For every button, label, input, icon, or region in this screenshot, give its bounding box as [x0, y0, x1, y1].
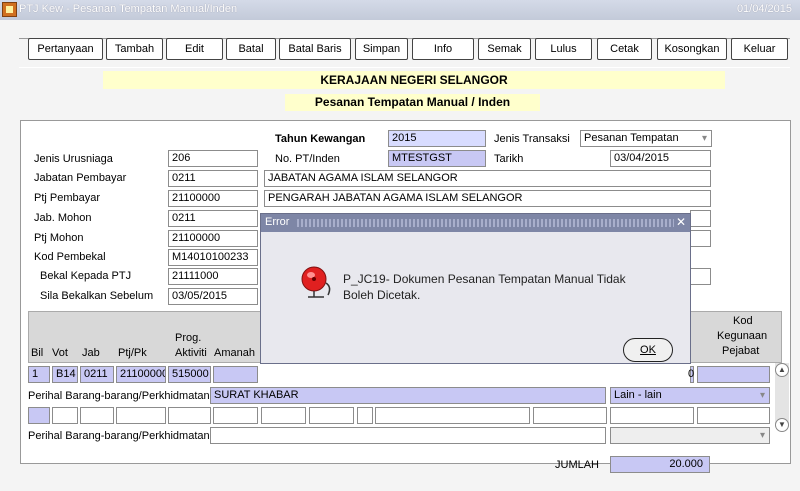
col-ptjpk: Ptj/Pk — [118, 347, 147, 359]
window-date: 01/04/2015 — [736, 3, 792, 15]
jab-mohon-name — [690, 210, 711, 227]
row2-col-b[interactable] — [309, 407, 354, 424]
dialog-title-bar: Error ✕ — [261, 214, 690, 232]
pertanyaan-button[interactable]: Pertanyaan — [28, 38, 103, 60]
row1-ptjpk[interactable]: 21100000 — [116, 366, 166, 383]
scroll-up-icon[interactable]: ▲ — [775, 363, 789, 377]
ok-button[interactable]: OK — [623, 338, 673, 362]
dialog-message-line1: P_JC19- Dokumen Pesanan Tempatan Manual … — [343, 272, 626, 286]
ptj-mohon-field[interactable]: 21100000 — [168, 230, 258, 247]
jab-mohon-label: Jab. Mohon — [34, 212, 92, 224]
col-vot: Vot — [52, 347, 68, 359]
no-pt-field[interactable]: MTESTGST — [388, 150, 486, 167]
kosongkan-button[interactable]: Kosongkan — [657, 38, 727, 60]
jenis-urusniaga-field[interactable]: 206 — [168, 150, 258, 167]
jabatan-pembayar-field[interactable]: 0211 — [168, 170, 258, 187]
row2-col-c[interactable] — [357, 407, 373, 424]
row1-kod-kegunaan[interactable] — [697, 366, 770, 383]
batal-button[interactable]: Batal — [226, 38, 276, 60]
window-title: PTJ Kew - Pesanan Tempatan Manual/Inden — [19, 3, 238, 15]
perihal-field-2[interactable] — [210, 427, 606, 444]
jumlah-field: 20.000 — [610, 456, 710, 473]
jab-mohon-field[interactable]: 0211 — [168, 210, 258, 227]
col-kegunaan: Kegunaan — [717, 330, 768, 342]
bekal-kepada-label: Bekal Kepada PTJ — [40, 270, 132, 282]
col-aktiviti: Aktiviti — [175, 347, 207, 359]
col-amanah: Amanah — [214, 347, 255, 359]
tarikh-field[interactable]: 03/04/2015 — [610, 150, 711, 167]
bekal-kepada-field[interactable]: 21111000 — [168, 268, 258, 285]
row2-ptjpk[interactable] — [116, 407, 166, 424]
row1-jab[interactable]: 0211 — [80, 366, 114, 383]
row1-tail-value: 0 — [688, 368, 695, 380]
row2-bil[interactable] — [28, 407, 50, 424]
ptj-mohon-name — [690, 230, 711, 247]
ptj-pembayar-field[interactable]: 21100000 — [168, 190, 258, 207]
kod-pembekal-field[interactable]: M14010100233 — [168, 249, 258, 266]
row2-col-d[interactable] — [375, 407, 530, 424]
row2-vot[interactable] — [52, 407, 78, 424]
batal-baris-button[interactable]: Batal Baris — [279, 38, 351, 60]
jenis-transaksi-label: Jenis Transaksi — [494, 133, 570, 145]
row2-kod-kegunaan[interactable] — [697, 407, 770, 424]
row1-vot[interactable]: B14 — [52, 366, 78, 383]
title-bar: PTJ Kew - Pesanan Tempatan Manual/Inden … — [0, 0, 800, 20]
app-icon — [2, 2, 17, 17]
row2-aktiviti[interactable] — [168, 407, 211, 424]
bekal-kepada-name — [690, 268, 711, 285]
keluar-button[interactable]: Keluar — [731, 38, 788, 60]
alarm-bell-icon — [301, 266, 331, 298]
jumlah-label: JUMLAH — [555, 459, 600, 471]
lulus-button[interactable]: Lulus — [535, 38, 592, 60]
no-pt-label: No. PT/Inden — [275, 153, 340, 165]
dialog-message-line2: Boleh Dicetak. — [343, 288, 421, 302]
simpan-button[interactable]: Simpan — [355, 38, 408, 60]
perihal-label-1: Perihal Barang-barang/Perkhidmatan — [28, 390, 210, 402]
tahun-kewangan-field[interactable]: 2015 — [388, 130, 486, 147]
col-jab: Jab — [82, 347, 100, 359]
edit-button[interactable]: Edit — [166, 38, 223, 60]
row1-bil[interactable]: 1 — [28, 366, 50, 383]
scroll-down-icon[interactable]: ▼ — [775, 418, 789, 432]
cetak-button[interactable]: Cetak — [597, 38, 652, 60]
perihal-label-2: Perihal Barang-barang/Perkhidmatan — [28, 430, 210, 442]
dialog-title-hatch — [297, 219, 674, 227]
jenis-transaksi-select[interactable]: Pesanan Tempatan — [580, 130, 712, 147]
ptj-mohon-label: Ptj Mohon — [34, 232, 84, 244]
sila-bekalkan-field[interactable]: 03/05/2015 — [168, 288, 258, 305]
jabatan-pembayar-label: Jabatan Pembayar — [34, 172, 127, 184]
row2-amanah[interactable] — [213, 407, 258, 424]
col-kod: Kod — [733, 315, 753, 327]
jabatan-pembayar-name: JABATAN AGAMA ISLAM SELANGOR — [264, 170, 711, 187]
semak-button[interactable]: Semak — [478, 38, 531, 60]
lain-lain-select-2[interactable] — [610, 427, 770, 444]
row1-aktiviti[interactable]: 515000 — [168, 366, 211, 383]
row2-col-e[interactable] — [533, 407, 607, 424]
row2-col-a[interactable] — [261, 407, 306, 424]
perihal-field-1[interactable]: SURAT KHABAR — [210, 387, 606, 404]
close-icon[interactable]: ✕ — [676, 215, 686, 229]
org-header: KERAJAAN NEGERI SELANGOR — [103, 71, 725, 89]
lain-lain-select-1[interactable]: Lain - lain — [610, 387, 770, 404]
error-dialog: Error ✕ P_JC19- Dokumen Pesanan Tempatan… — [260, 213, 691, 364]
tambah-button[interactable]: Tambah — [106, 38, 163, 60]
col-prog: Prog. — [175, 332, 202, 344]
jenis-urusniaga-label: Jenis Urusniaga — [34, 153, 113, 165]
row1-amanah[interactable] — [213, 366, 258, 383]
ptj-pembayar-label: Ptj Pembayar — [34, 192, 101, 204]
tahun-kewangan-label: Tahun Kewangan — [275, 133, 366, 145]
sila-bekalkan-label: Sila Bekalkan Sebelum — [40, 290, 154, 302]
kod-pembekal-label: Kod Pembekal — [34, 251, 106, 263]
info-button[interactable]: Info — [412, 38, 474, 60]
form-subtitle: Pesanan Tempatan Manual / Inden — [285, 94, 540, 111]
dialog-title: Error — [265, 216, 290, 228]
dialog-message: P_JC19- Dokumen Pesanan Tempatan Manual … — [343, 271, 626, 303]
col-bil: Bil — [31, 347, 44, 359]
row2-col-f[interactable] — [610, 407, 694, 424]
ptj-pembayar-name: PENGARAH JABATAN AGAMA ISLAM SELANGOR — [264, 190, 711, 207]
row2-jab[interactable] — [80, 407, 114, 424]
col-pejabat: Pejabat — [722, 345, 760, 357]
tarikh-label: Tarikh — [494, 153, 524, 165]
